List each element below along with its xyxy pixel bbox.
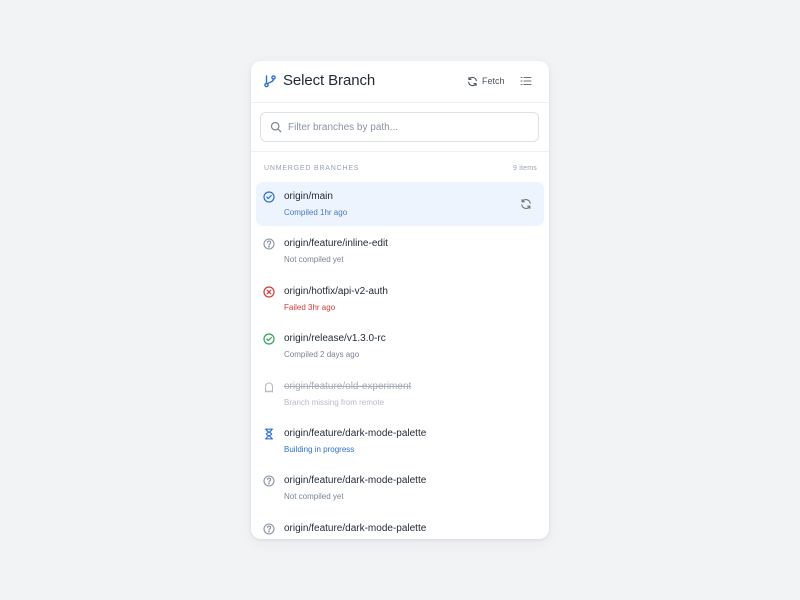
section-header: UNMERGED BRANCHES 9 items <box>264 165 537 175</box>
branch-name: origin/feature/old-experiment <box>284 380 412 392</box>
list-icon[interactable] <box>519 74 533 88</box>
branch-status: Failed 3hr ago <box>284 302 336 312</box>
question-circle-icon <box>263 523 275 535</box>
branch-status: Compiled 2 days ago <box>284 350 360 360</box>
branch-name: origin/main <box>284 191 333 202</box>
branch-item[interactable]: origin/feature/dark-mode-palette Not com… <box>256 466 544 510</box>
branch-item[interactable]: origin/feature/inline-edit Not compiled … <box>256 229 544 273</box>
branch-status: Compiled 1hr ago <box>284 208 348 217</box>
panel-title: Select Branch <box>283 72 376 89</box>
refresh-icon <box>468 76 477 86</box>
branch-item[interactable]: origin/hotfix/api-v2-auth Failed 3hr ago <box>256 277 544 321</box>
branch-picker-panel: Select Branch Fetch UNMERGED BRANC <box>251 61 549 539</box>
branch-name: origin/feature/dark-mode-palette <box>284 475 427 487</box>
branch-filter-input[interactable] <box>288 118 528 136</box>
branch-item[interactable]: origin/release/v1.3.0-rc Compiled 2 days… <box>256 324 544 368</box>
fetch-button-label: Fetch <box>482 76 505 86</box>
branch-item[interactable]: origin/feature/dark-mode-palette <box>256 514 544 539</box>
branch-item[interactable]: origin/feature/old-experiment Branch mis… <box>256 372 544 416</box>
branch-name: origin/feature/dark-mode-palette <box>284 522 427 534</box>
refresh-icon[interactable] <box>520 198 532 210</box>
item-count: 9 items <box>513 165 537 172</box>
x-circle-icon <box>263 286 275 298</box>
hourglass-icon <box>264 428 274 440</box>
question-circle-icon <box>263 475 275 487</box>
branch-name: origin/hotfix/api-v2-auth <box>284 285 388 297</box>
search-icon <box>270 121 282 133</box>
panel-header: Select Branch Fetch <box>251 61 549 103</box>
branch-name: origin/feature/dark-mode-palette <box>284 427 427 439</box>
branch-item[interactable]: origin/main Compiled 1hr ago <box>256 182 544 226</box>
branch-name: origin/release/v1.3.0-rc <box>284 333 386 345</box>
branch-status: Not compiled yet <box>284 492 344 502</box>
branch-list: origin/main Compiled 1hr ago origin/feat… <box>256 182 544 539</box>
git-branch-icon <box>264 75 276 88</box>
search-box[interactable] <box>260 112 539 142</box>
branch-status: Not compiled yet <box>284 255 344 265</box>
branch-name: origin/feature/inline-edit <box>284 238 388 250</box>
fetch-button[interactable]: Fetch <box>467 73 505 89</box>
check-circle-icon <box>263 333 275 345</box>
question-circle-icon <box>263 238 275 250</box>
search-section <box>251 103 549 152</box>
branch-status: Branch missing from remote <box>284 397 385 407</box>
section-title: UNMERGED BRANCHES <box>264 165 360 172</box>
check-circle-icon <box>263 191 275 203</box>
branch-status: Building in progress <box>284 444 355 454</box>
branch-item[interactable]: origin/feature/dark-mode-palette Buildin… <box>256 419 544 463</box>
ghost-icon <box>264 382 274 393</box>
